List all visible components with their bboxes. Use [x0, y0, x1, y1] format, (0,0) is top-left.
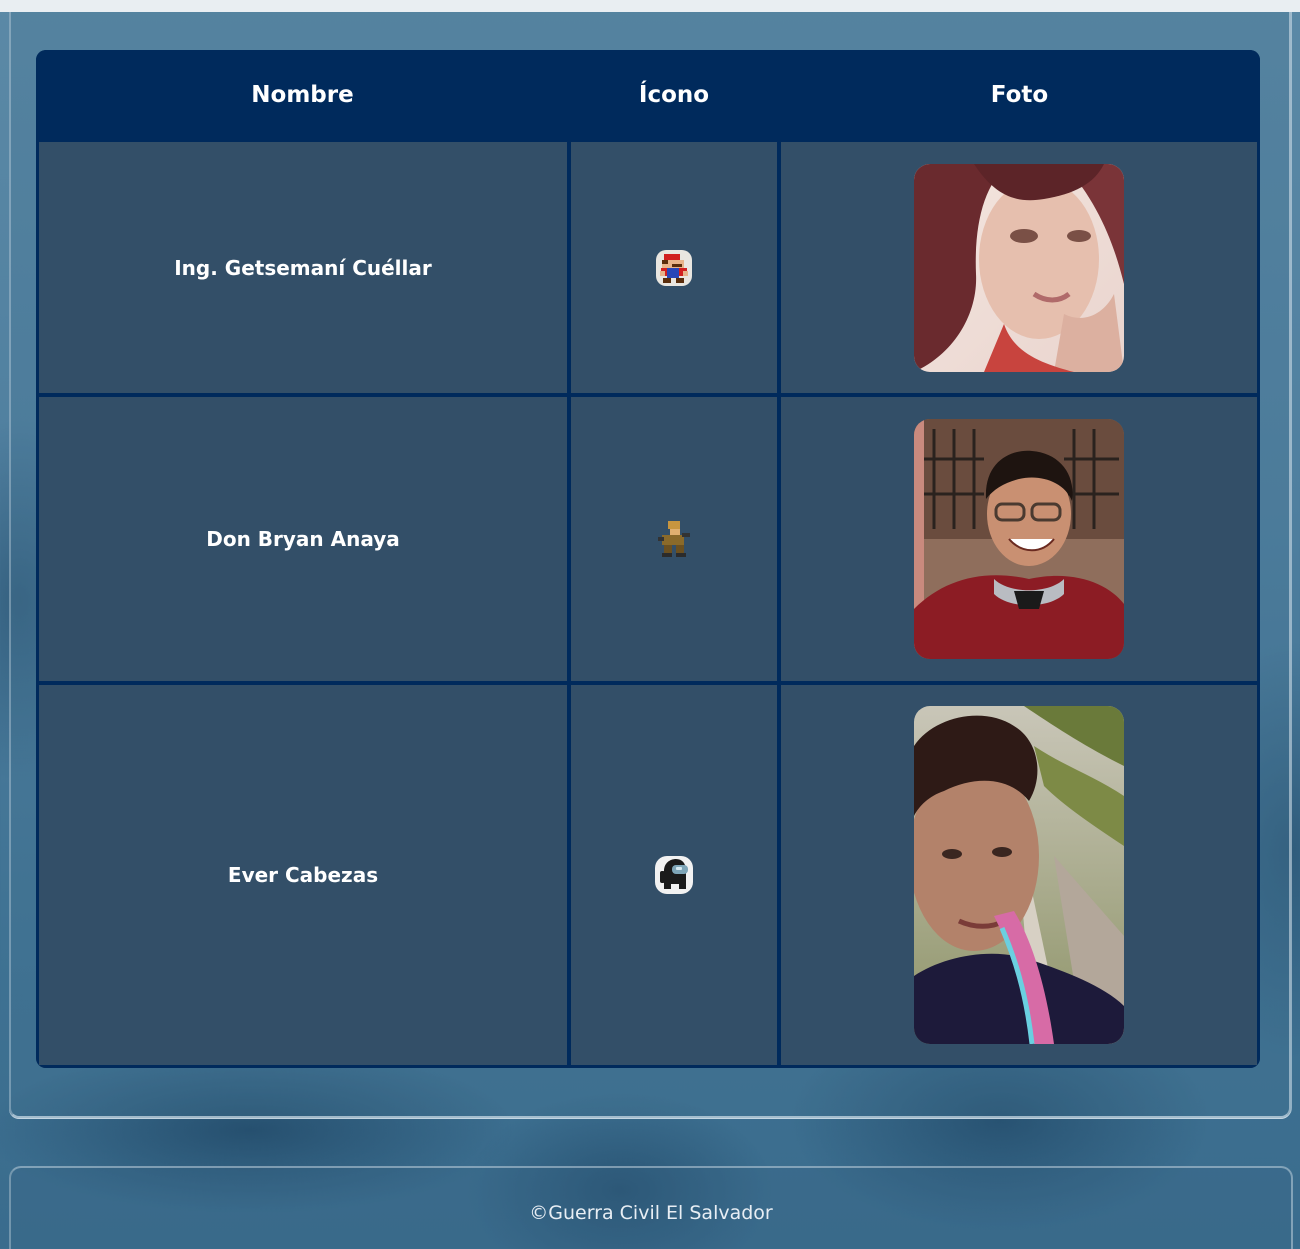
member-photo-cell: [779, 140, 1260, 395]
table-header-row: Nombre Ícono Foto: [36, 50, 1260, 140]
team-table: Nombre Ícono Foto Ing. Getsemaní Cuéllar: [36, 50, 1260, 1068]
member-name-cell: Ing. Getsemaní Cuéllar: [36, 140, 569, 395]
team-table-container: Nombre Ícono Foto Ing. Getsemaní Cuéllar: [36, 50, 1260, 1068]
soldier-sprite-icon: [652, 517, 696, 561]
portrait-photo: [914, 419, 1124, 659]
member-photo-cell: [779, 395, 1260, 683]
top-strip: [0, 0, 1300, 12]
column-header-icon: Ícono: [569, 50, 779, 140]
footer-copyright: ©Guerra Civil El Salvador: [529, 1202, 773, 1224]
member-photo-cell: [779, 683, 1260, 1068]
member-name-cell: Don Bryan Anaya: [36, 395, 569, 683]
table-row: Don Bryan Anaya: [36, 395, 1260, 683]
column-header-photo: Foto: [779, 50, 1260, 140]
member-icon-cell: [569, 140, 779, 395]
member-icon-cell: [569, 395, 779, 683]
table-row: Ever Cabezas: [36, 683, 1260, 1068]
footer: ©Guerra Civil El Salvador: [9, 1166, 1293, 1249]
table-row: Ing. Getsemaní Cuéllar: [36, 140, 1260, 395]
portrait-photo: [914, 163, 1124, 372]
crewmate-sprite-icon: [652, 853, 696, 897]
column-header-name: Nombre: [36, 50, 569, 140]
portrait-photo: [914, 706, 1124, 1044]
member-name-cell: Ever Cabezas: [36, 683, 569, 1068]
member-icon-cell: [569, 683, 779, 1068]
mario-sprite-icon: [652, 246, 696, 290]
